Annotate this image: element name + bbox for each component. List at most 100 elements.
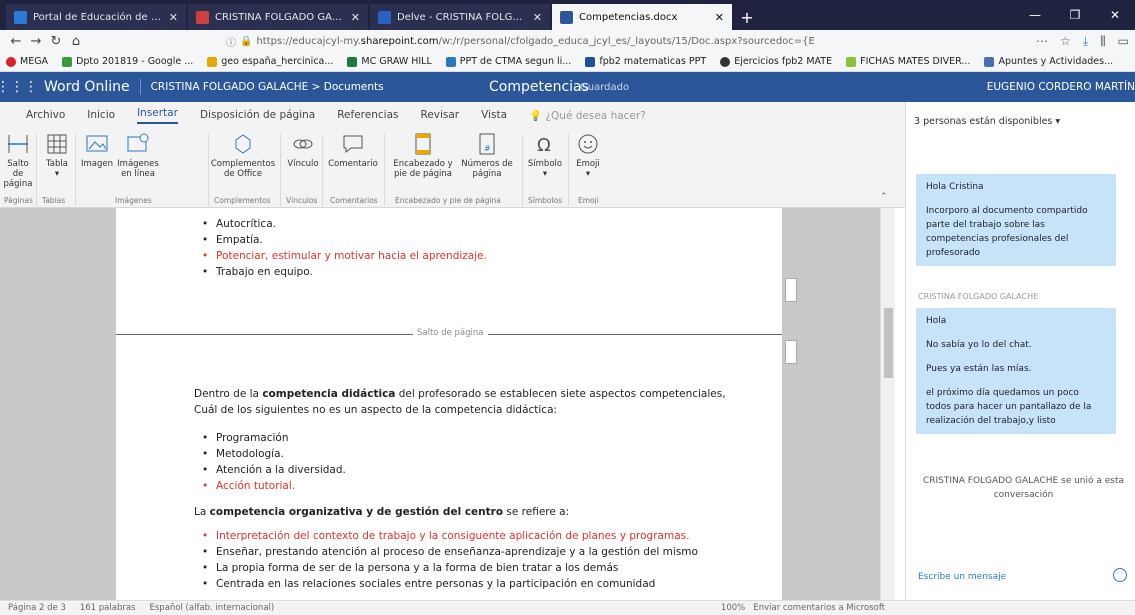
group-divider [75,134,76,206]
bookmark-item[interactable]: Ejercicios fpb2 MATE [720,56,832,67]
emoji-icon[interactable] [1113,568,1127,582]
bookmark-item[interactable]: MEGA [6,56,48,67]
office-addins-button[interactable]: Complementos de Office [211,132,275,179]
vertical-scrollbar[interactable] [880,208,895,600]
word-favicon-icon [560,10,573,24]
group-label: Comentarios [330,196,378,205]
group-label: Páginas [4,196,33,205]
tab-disposicion[interactable]: Disposición de página [200,109,315,121]
bookmark-item[interactable]: FICHAS MATES DIVER... [846,56,970,67]
toolbar-right: ⋯ ☆ ⤓ ⫼ ▭ [1036,34,1129,49]
list-item: Empatía. [202,234,263,246]
tell-me-search[interactable]: 💡 ¿Qué desea hacer? [529,109,646,122]
tab-referencias[interactable]: Referencias [337,109,398,121]
list-item: Atención a la diversidad. [202,464,346,476]
comment-button[interactable]: Comentario [326,132,380,169]
minimize-icon[interactable]: — [1015,0,1055,30]
comment-marker[interactable] [785,278,797,302]
group-divider [36,134,37,206]
breadcrumb[interactable]: CRISTINA FOLGADO GALACHE > Documents [151,81,384,93]
reload-icon[interactable]: ↻ [46,34,66,49]
close-tab-icon[interactable]: ✕ [715,11,724,24]
link-button[interactable]: Vínculo [286,132,320,169]
browser-tab[interactable]: CRISTINA FOLGADO GALACHE✕ [188,4,368,30]
tab-favicon-icon [378,10,391,24]
tab-inicio[interactable]: Inicio [87,109,115,121]
tab-archivo[interactable]: Archivo [26,109,65,121]
ribbon-insert: Salto de página Páginas Tabla ▾ Tablas Im… [0,128,905,208]
chat-input[interactable]: Escribe un mensaje [918,572,1006,582]
table-button[interactable]: Tabla ▾ [42,132,72,179]
page-break-button[interactable]: Salto de página [4,132,32,189]
header-footer-button[interactable]: Encabezado y pie de página [390,132,456,179]
tab-favicon-icon [14,10,27,24]
tab-revisar[interactable]: Revisar [420,109,459,121]
close-tab-icon[interactable]: ✕ [169,11,178,24]
group-label: Tablas [42,196,66,205]
group-divider [384,134,385,206]
bookmark-item[interactable]: PPT de CTMA segun li... [445,56,571,67]
bookmark-icon [207,56,218,67]
info-icon[interactable]: ⓘ [226,34,236,49]
close-tab-icon[interactable]: ✕ [533,11,542,24]
header-footer-icon [415,133,431,155]
chat-sender: CRISTINA FOLGADO GALACHE [918,292,1039,301]
new-tab-button[interactable]: + [734,4,760,30]
library-icon[interactable]: ⫼ [1100,34,1106,49]
bookmark-item[interactable]: Apuntes y Actividades... [984,56,1113,67]
list-item: La propia forma de ser de la persona y a… [202,562,618,574]
bookmark-item[interactable]: fpb2 matematicas PPT [585,56,706,67]
comment-icon [343,135,363,154]
maximize-icon[interactable]: ❐ [1055,0,1095,30]
more-icon[interactable]: ⋯ [1036,34,1048,49]
document-page[interactable]: Dentro de la competencia didáctica del p… [116,340,782,600]
url-bar[interactable]: ⓘ 🔒 https://educajcyl-my. sharepoint.com /… [226,32,866,50]
bookmark-star-icon[interactable]: ☆ [1060,34,1071,49]
comment-marker[interactable] [785,340,797,364]
app-launcher-icon[interactable]: ⋮⋮⋮ [0,72,38,102]
close-tab-icon[interactable]: ✕ [351,11,360,24]
symbol-button[interactable]: Ω Símbolo ▾ [526,132,564,179]
emoji-button[interactable]: Emoji ▾ [572,132,604,179]
document-title[interactable]: Competencias [489,79,589,95]
app-brand[interactable]: Word Online [44,79,130,95]
zoom-level[interactable]: 100% [721,603,745,613]
close-window-icon[interactable]: ✕ [1095,0,1135,30]
bookmark-icon [347,56,358,67]
collapse-ribbon-icon[interactable]: ⌃ [880,192,888,202]
download-icon[interactable]: ⤓ [1083,34,1088,49]
picture-button[interactable]: Imagen [80,132,114,169]
navigation-bar: ← → ↻ ⌂ ⓘ 🔒 https://educajcyl-my. sharepo… [0,30,1135,52]
group-label: Encabezado y pie de página [395,196,501,205]
chat-panel: 3 personas están disponibles ▾ Hola Cris… [905,102,1135,615]
people-available[interactable]: 3 personas están disponibles ▾ [914,116,1060,127]
bookmark-item[interactable]: MC GRAW HILL [347,56,432,67]
page-break-marker: Salto de página [116,328,782,340]
language[interactable]: Español (alfab. internacional) [150,603,275,613]
back-icon[interactable]: ← [6,34,26,49]
forward-icon[interactable]: → [26,34,46,49]
tab-vista[interactable]: Vista [481,109,507,121]
feedback-link[interactable]: Enviar comentarios a Microsoft [753,603,885,613]
browser-tab-active[interactable]: Competencias.docx ✕ [552,4,732,30]
bookmark-icon [720,56,731,67]
bookmark-item[interactable]: Dpto 201819 - Google ... [62,56,193,67]
smiley-icon [578,134,598,154]
browser-tab[interactable]: Portal de Educación de la Junta✕ [6,4,186,30]
status-right: 100% Enviar comentarios a Microsoft [721,603,885,613]
bookmark-icon [984,56,995,67]
user-name[interactable]: EUGENIO CORDERO MARTÍN [987,81,1135,93]
tab-insertar[interactable]: Insertar [137,107,178,124]
document-page[interactable]: Autocrítica. Empatía. Potenciar, estimul… [116,208,782,328]
online-pictures-button[interactable]: Imágenes en línea [114,132,162,179]
sidebar-icon[interactable]: ▭ [1118,34,1129,49]
group-divider [568,134,569,206]
page-count: Página 2 de 3 [8,603,66,613]
group-divider [208,134,209,206]
scrollbar-thumb[interactable] [884,308,893,378]
browser-tab[interactable]: Delve - CRISTINA FOLGADO G✕ [370,4,550,30]
page-numbers-button[interactable]: # Números de página [458,132,516,179]
home-icon[interactable]: ⌂ [66,34,86,49]
document-canvas[interactable]: Autocrítica. Empatía. Potenciar, estimul… [0,208,895,600]
bookmark-item[interactable]: geo españa_hercinica... [207,56,333,67]
